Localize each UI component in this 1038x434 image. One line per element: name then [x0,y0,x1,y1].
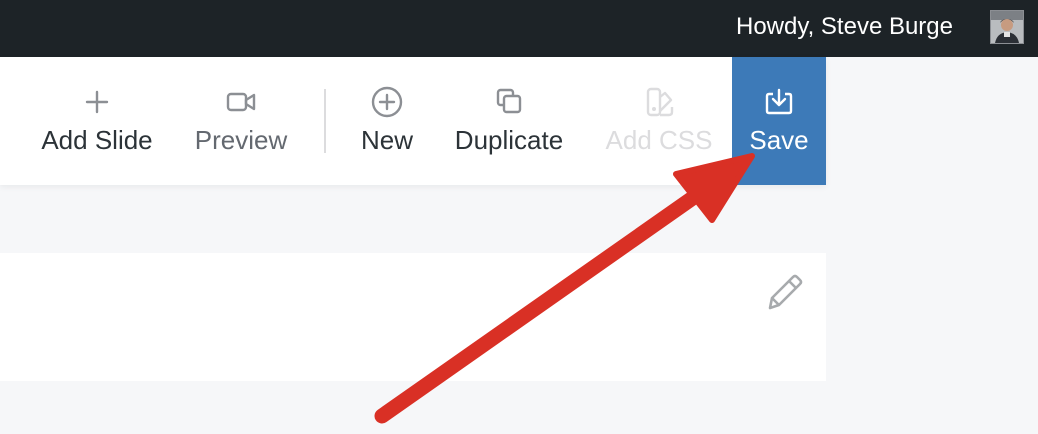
editor-toolbar: Add Slide Preview New Duplicate Add CSS … [0,57,826,185]
toolbar-separator [324,89,326,153]
new-label: New [360,125,413,155]
add-slide-label: Add Slide [41,125,153,155]
content-panel [0,253,826,381]
video-camera-icon [224,85,258,119]
preview-button[interactable]: Preview [180,57,302,185]
save-download-icon [762,85,796,119]
duplicate-icon [492,85,526,119]
add-css-button[interactable]: Add CSS [594,57,724,185]
edit-button[interactable] [762,268,808,314]
howdy-user-menu[interactable]: Howdy, Steve Burge [736,12,953,42]
avatar[interactable] [990,10,1024,44]
duplicate-label: Duplicate [454,125,564,155]
add-slide-button[interactable]: Add Slide [22,57,172,185]
preview-label: Preview [194,125,288,155]
save-button[interactable]: Save [732,57,826,185]
plus-circle-icon [370,85,404,119]
palette-icon [642,85,676,119]
pencil-icon [768,274,803,310]
plus-icon [80,85,114,119]
duplicate-button[interactable]: Duplicate [440,57,578,185]
new-button[interactable]: New [348,57,426,185]
save-label: Save [749,125,809,155]
add-css-label: Add CSS [605,125,713,155]
admin-bar: Howdy, Steve Burge [0,0,1038,57]
